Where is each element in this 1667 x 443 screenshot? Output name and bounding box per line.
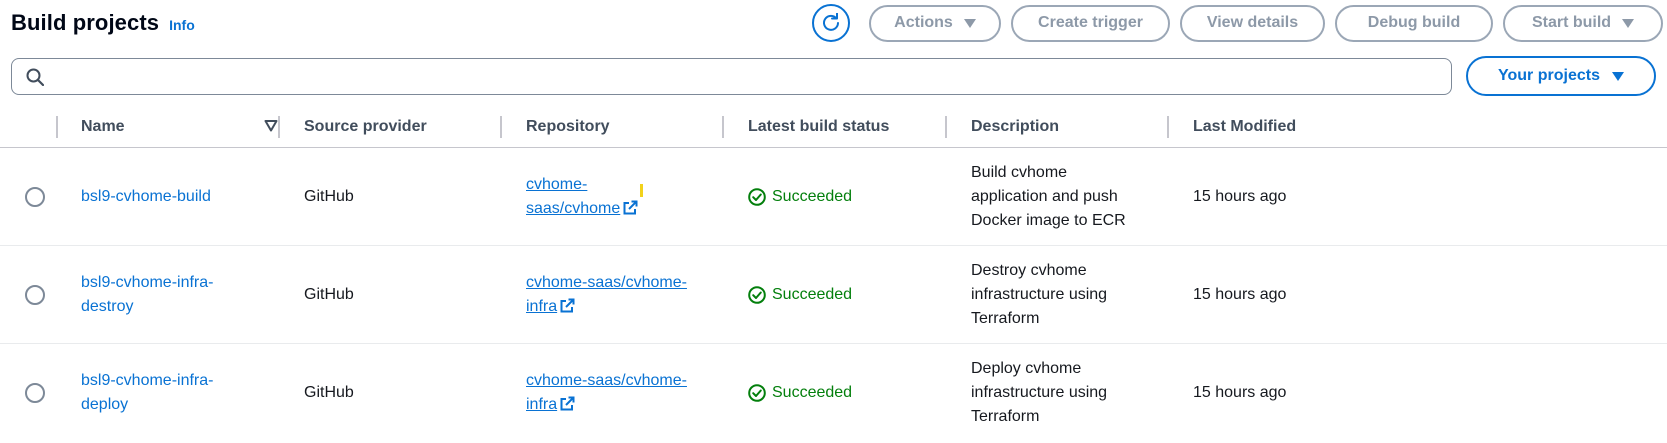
column-divider[interactable] xyxy=(1167,116,1169,138)
external-link-icon xyxy=(623,200,638,215)
source-provider: GitHub xyxy=(304,384,354,401)
create-trigger-label: Create trigger xyxy=(1038,14,1143,31)
project-description: Deploy cvhome infrastructure using Terra… xyxy=(971,360,1108,425)
row-select-radio[interactable] xyxy=(25,246,45,344)
last-modified: 15 hours ago xyxy=(1193,286,1287,303)
column-divider xyxy=(56,116,58,138)
refresh-icon xyxy=(823,13,839,31)
table-row[interactable]: bsl9-cvhome-infra- destroy GitHub cvhome… xyxy=(0,246,1667,344)
column-header-name[interactable]: Name xyxy=(81,106,125,148)
page-header: Build projects Info xyxy=(11,6,195,40)
table-row[interactable]: bsl9-cvhome-build GitHub cvhome- saas/cv… xyxy=(0,148,1667,246)
external-link-icon xyxy=(560,298,575,313)
start-build-dropdown-button[interactable]: Start build xyxy=(1503,4,1663,42)
debug-build-button[interactable]: Debug build xyxy=(1335,4,1493,42)
caret-down-icon xyxy=(1611,71,1624,81)
last-modified: 15 hours ago xyxy=(1193,384,1287,401)
repository-link[interactable]: cvhome-saas/cvhome- infra xyxy=(526,344,716,442)
info-link[interactable]: Info xyxy=(169,17,195,33)
column-header-description[interactable]: Description xyxy=(971,106,1059,148)
actions-label: Actions xyxy=(894,14,953,31)
build-status: Succeeded xyxy=(748,148,852,246)
project-description: Build cvhome application and push Docker… xyxy=(971,164,1126,229)
project-filter-dropdown[interactable]: Your projects xyxy=(1466,56,1656,96)
page-title: Build projects xyxy=(11,10,160,35)
caret-down-icon xyxy=(1622,18,1635,28)
toolbar: Actions Create trigger View details Debu… xyxy=(812,4,1663,42)
caret-down-icon xyxy=(963,18,976,28)
actions-dropdown-button[interactable]: Actions xyxy=(869,4,1001,42)
view-details-button[interactable]: View details xyxy=(1180,4,1325,42)
start-build-label: Start build xyxy=(1531,14,1612,31)
row-select-radio[interactable] xyxy=(25,148,45,246)
sort-descending-icon[interactable] xyxy=(264,119,278,133)
build-status-label: Succeeded xyxy=(772,384,853,401)
column-divider[interactable] xyxy=(278,116,280,138)
focus-marker xyxy=(640,184,643,197)
build-status-label: Succeeded xyxy=(772,286,853,303)
column-header-repository[interactable]: Repository xyxy=(526,106,610,148)
repository-link[interactable]: cvhome- saas/cvhome xyxy=(526,148,716,246)
debug-build-label: Debug build xyxy=(1367,14,1461,31)
project-name-link[interactable]: bsl9-cvhome-infra- destroy xyxy=(81,246,271,344)
column-divider[interactable] xyxy=(945,116,947,138)
search-input[interactable] xyxy=(52,61,1451,92)
build-status: Succeeded xyxy=(748,344,852,442)
table-row[interactable]: bsl9-cvhome-infra- deploy GitHub cvhome-… xyxy=(0,344,1667,442)
create-trigger-button[interactable]: Create trigger xyxy=(1011,4,1170,42)
table-header: Name Source provider Repository Latest b… xyxy=(0,106,1667,148)
row-select-radio[interactable] xyxy=(25,344,45,442)
column-header-last-modified[interactable]: Last Modified xyxy=(1193,106,1296,148)
project-description: Destroy cvhome infrastructure using Terr… xyxy=(971,262,1108,327)
repository-link[interactable]: cvhome-saas/cvhome- infra xyxy=(526,246,716,344)
project-filter-label: Your projects xyxy=(1498,67,1600,84)
status-success-icon xyxy=(748,384,766,402)
build-status: Succeeded xyxy=(748,246,852,344)
source-provider: GitHub xyxy=(304,286,354,303)
build-projects-table: Name Source provider Repository Latest b… xyxy=(0,106,1667,442)
view-details-label: View details xyxy=(1206,14,1299,31)
column-divider[interactable] xyxy=(722,116,724,138)
build-status-label: Succeeded xyxy=(772,188,853,205)
refresh-button[interactable] xyxy=(812,4,850,42)
column-header-latest-build-status[interactable]: Latest build status xyxy=(748,106,889,148)
search-field[interactable] xyxy=(11,58,1452,95)
status-success-icon xyxy=(748,286,766,304)
external-link-icon xyxy=(560,396,575,411)
search-icon xyxy=(26,68,44,86)
column-header-source-provider[interactable]: Source provider xyxy=(304,106,427,148)
project-name-link[interactable]: bsl9-cvhome-infra- deploy xyxy=(81,344,271,442)
project-name-link[interactable]: bsl9-cvhome-build xyxy=(81,148,271,246)
last-modified: 15 hours ago xyxy=(1193,188,1287,205)
source-provider: GitHub xyxy=(304,188,354,205)
column-divider[interactable] xyxy=(500,116,502,138)
status-success-icon xyxy=(748,188,766,206)
